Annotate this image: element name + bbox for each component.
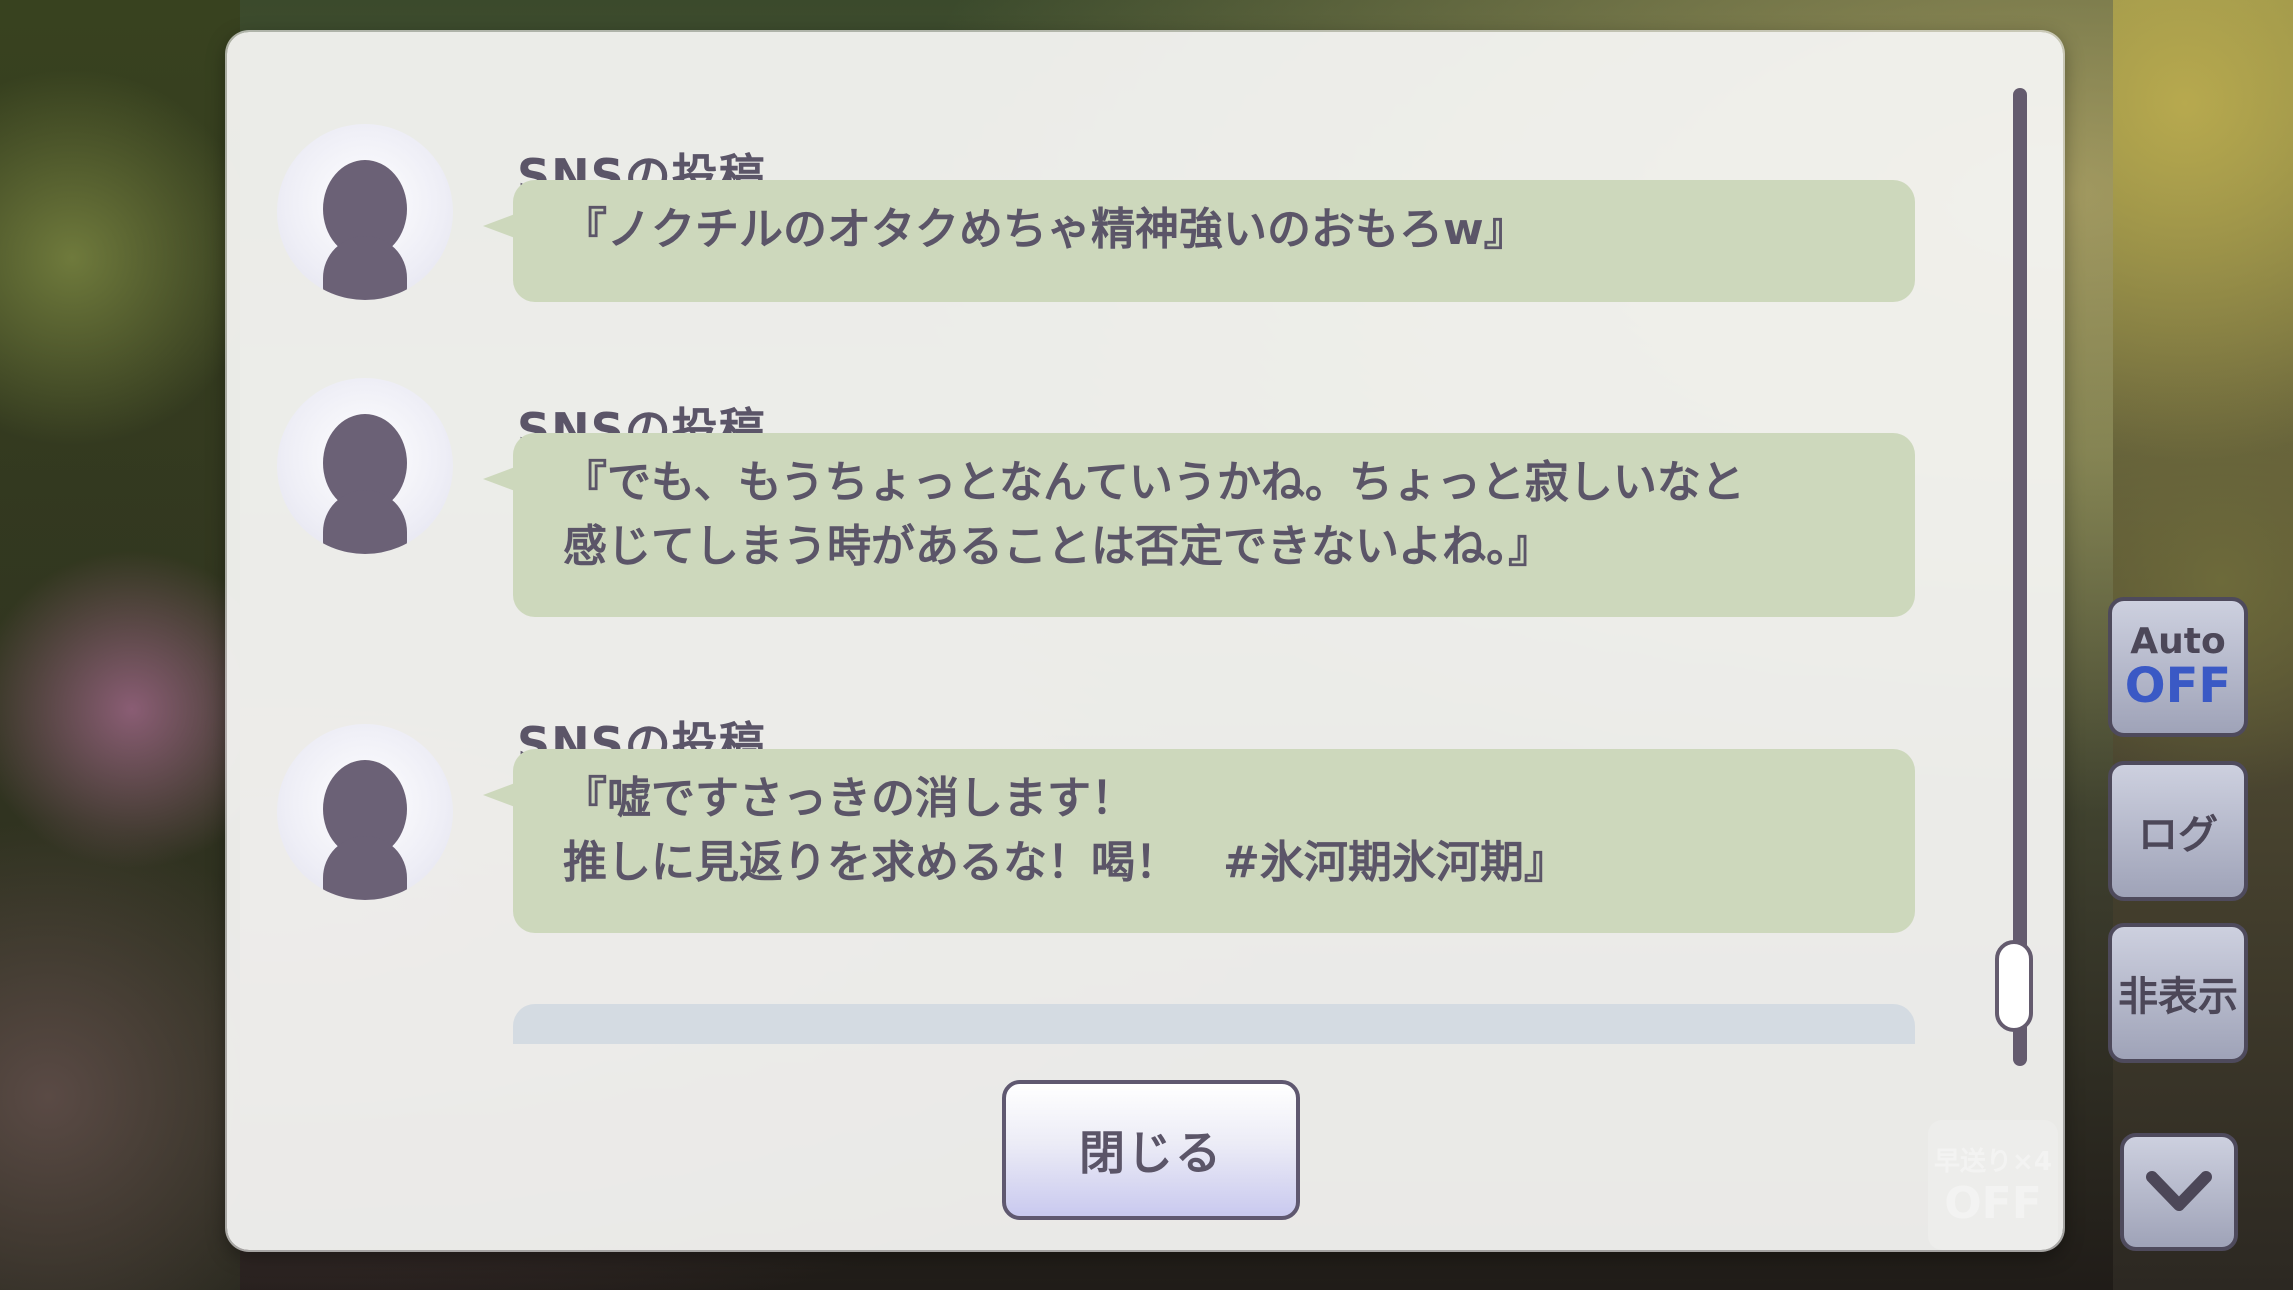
scrollbar-track[interactable] [2013, 88, 2027, 1066]
side-control-panel: Auto OFF ログ 非表示 [2088, 565, 2266, 1255]
next-message-bubble-peek [513, 1004, 1915, 1044]
close-button[interactable]: 閉じる [1002, 1080, 1300, 1220]
message-bubble: 『嘘ですさっきの消します！ 推しに見返りを求めるな！喝！ #氷河期氷河期』 [483, 749, 1915, 933]
silhouette-body [323, 490, 407, 554]
auto-state: OFF [2124, 658, 2232, 714]
avatar-placeholder-icon [277, 124, 453, 300]
silhouette-body [323, 236, 407, 300]
fast-forward-label: 早送り×4 [1934, 1147, 2052, 1177]
hide-ui-button[interactable]: 非表示 [2108, 923, 2248, 1063]
fast-forward-state: OFF [1944, 1178, 2042, 1229]
message-log-dialog: SNSの投稿 『ノクチルのオタクめちゃ精神強いのおもろw』 SNSの投稿 『でも… [227, 32, 2063, 1250]
log-list[interactable]: SNSの投稿 『ノクチルのオタクめちゃ精神強いのおもろw』 SNSの投稿 『でも… [227, 32, 2063, 1044]
avatar-placeholder-icon [277, 378, 453, 554]
message-bubble: 『ノクチルのオタクめちゃ精神強いのおもろw』 [483, 180, 1915, 302]
chevron-down-icon [2146, 1171, 2212, 1211]
scroll-down-button[interactable] [2120, 1133, 2238, 1251]
auto-toggle-button[interactable]: Auto OFF [2108, 597, 2248, 737]
background-foliage-left [0, 0, 240, 1290]
log-button[interactable]: ログ [2108, 761, 2248, 901]
message-bubble: 『でも、もうちょっとなんていうかね。ちょっと寂しいなと 感じてしまう時があること… [483, 433, 1915, 617]
avatar-placeholder-icon [277, 724, 453, 900]
silhouette-body [323, 836, 407, 900]
auto-label: Auto [2130, 621, 2226, 662]
scrollbar-thumb[interactable] [1995, 940, 2033, 1032]
fast-forward-indicator: 早送り×4 OFF [1928, 1120, 2058, 1250]
